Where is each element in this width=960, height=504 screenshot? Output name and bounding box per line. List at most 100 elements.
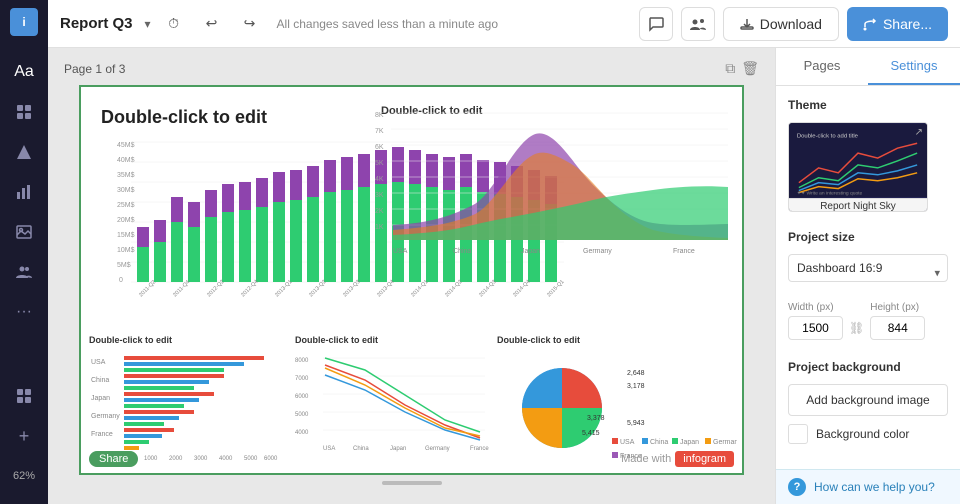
sidebar-icon-layout[interactable] [6, 94, 42, 130]
svg-text:1K: 1K [375, 224, 384, 231]
canvas-area: Page 1 of 3 ⧉ 🗑 Double-click to edit Dou… [48, 48, 775, 504]
svg-text:5K: 5K [375, 160, 384, 167]
download-button[interactable]: Download [723, 7, 839, 41]
theme-title: Theme [788, 98, 948, 112]
svg-text:40M$: 40M$ [117, 157, 135, 164]
width-input[interactable] [788, 316, 843, 340]
made-with-footer: Made with infogram [621, 451, 734, 467]
add-background-image-button[interactable]: Add background image [788, 384, 948, 416]
svg-text:France: France [470, 446, 489, 452]
svg-text:5000: 5000 [295, 412, 309, 418]
slide-canvas[interactable]: Double-click to edit Double-click to edi… [79, 85, 744, 475]
external-link-icon[interactable]: ↗ [915, 127, 923, 138]
infogram-badge: infogram [675, 451, 734, 467]
svg-text:3,178: 3,178 [627, 383, 645, 390]
help-text: How can we help you? [814, 480, 935, 494]
svg-text:1000: 1000 [144, 456, 158, 462]
page-info: Page 1 of 3 [64, 62, 125, 76]
svg-text:Germany: Germany [583, 248, 612, 255]
share-button[interactable]: Share... [847, 7, 948, 41]
chart-3-title[interactable]: Double-click to edit [89, 335, 172, 345]
svg-text:Japan: Japan [390, 446, 406, 452]
chart-4-title[interactable]: Double-click to edit [295, 335, 378, 345]
height-input[interactable] [870, 316, 925, 340]
svg-text:6000: 6000 [295, 394, 309, 400]
svg-text:2000: 2000 [169, 456, 183, 462]
svg-text:Japan: Japan [521, 248, 540, 255]
theme-preview[interactable]: Double-click to add title ✦✦ Write an in… [788, 122, 928, 212]
area-chart[interactable]: 8K 7K 6K 5K 4K 3K 2K 1K [373, 105, 733, 290]
svg-text:France: France [91, 431, 113, 438]
redo-button[interactable]: ↪ [235, 9, 265, 39]
sidebar-icon-text[interactable]: Aa [6, 54, 42, 90]
duplicate-page-icon[interactable]: ⧉ [725, 60, 735, 77]
panel-tabs: Pages Settings [776, 48, 960, 86]
sidebar-icon-shapes[interactable] [6, 134, 42, 170]
svg-text:0: 0 [119, 277, 123, 284]
svg-text:45M$: 45M$ [117, 142, 135, 149]
svg-text:5,415: 5,415 [582, 430, 600, 437]
saved-status: All changes saved less than a minute ago [277, 17, 498, 31]
help-bar[interactable]: ? How can we help you? [776, 469, 960, 504]
sidebar-icon-more[interactable]: ··· [6, 294, 42, 330]
bg-color-swatch[interactable] [788, 424, 808, 444]
delete-page-icon[interactable]: 🗑 [741, 60, 759, 77]
height-label: Height (px) [870, 302, 925, 313]
svg-text:Japan: Japan [91, 395, 110, 402]
bg-color-label: Background color [816, 427, 909, 441]
page-info-bar: Page 1 of 3 ⧉ 🗑 [60, 60, 763, 77]
share-people-button[interactable] [681, 7, 715, 41]
svg-text:China: China [91, 377, 109, 384]
svg-text:2K: 2K [375, 208, 384, 215]
svg-text:5,943: 5,943 [627, 420, 645, 427]
slide-main-title[interactable]: Double-click to edit [101, 107, 267, 128]
undo-button[interactable]: ↩ [197, 9, 227, 39]
width-label: Width (px) [788, 302, 843, 313]
svg-text:Germany: Germany [91, 413, 120, 420]
svg-text:3000: 3000 [194, 456, 208, 462]
sidebar-icon-layout-bottom[interactable] [6, 378, 42, 414]
svg-text:Germany: Germany [713, 439, 737, 446]
hbar-chart[interactable]: USA China Japan Germany France [89, 350, 284, 465]
zoom-level: 62% [6, 458, 42, 494]
svg-text:4000: 4000 [295, 430, 309, 436]
svg-text:6000: 6000 [264, 456, 278, 462]
svg-text:20M$: 20M$ [117, 217, 135, 224]
svg-text:5000: 5000 [244, 456, 258, 462]
comments-button[interactable] [639, 7, 673, 41]
pie-chart[interactable]: 2,648 3,178 3,378 5,415 5,943 USA China … [497, 350, 737, 465]
svg-text:30M$: 30M$ [117, 187, 135, 194]
download-label: Download [760, 16, 822, 32]
history-button[interactable]: ⏱ [159, 9, 189, 39]
sidebar-icon-people[interactable] [6, 254, 42, 290]
zoom-bar [382, 475, 442, 489]
project-size-section: Project size Dashboard 16:9 Width (px) ⛓… [776, 230, 960, 360]
left-sidebar: i Aa ··· + 62% [0, 0, 48, 504]
made-with-label: Made with [621, 453, 671, 465]
sidebar-icon-add[interactable]: + [6, 418, 42, 454]
sidebar-icon-images[interactable] [6, 214, 42, 250]
svg-text:France: France [673, 248, 695, 255]
tab-settings[interactable]: Settings [868, 48, 960, 85]
svg-text:USA: USA [91, 359, 106, 366]
sidebar-icon-charts[interactable] [6, 174, 42, 210]
line-chart[interactable]: 8000 7000 6000 5000 4000 [295, 350, 490, 465]
tab-pages[interactable]: Pages [776, 48, 868, 85]
link-dimensions-icon: ⛓ [849, 321, 864, 335]
svg-text:USA: USA [620, 439, 635, 446]
share-badge[interactable]: Share [89, 451, 138, 467]
svg-text:8000: 8000 [295, 358, 309, 364]
toolbar: Report Q3 ▾ ⏱ ↩ ↪ All changes saved less… [48, 0, 960, 48]
svg-text:6K: 6K [375, 144, 384, 151]
project-size-select[interactable]: Dashboard 16:9 [788, 254, 948, 282]
main-area: Report Q3 ▾ ⏱ ↩ ↪ All changes saved less… [48, 0, 960, 504]
svg-text:China: China [650, 439, 668, 446]
help-icon: ? [788, 478, 806, 496]
right-panel: Pages Settings Theme Double-click to add… [775, 48, 960, 504]
svg-text:8K: 8K [375, 112, 384, 119]
scroll-handle[interactable] [382, 481, 442, 485]
svg-text:4000: 4000 [219, 456, 233, 462]
app-logo[interactable]: i [10, 8, 38, 36]
chart-5-title[interactable]: Double-click to edit [497, 335, 580, 345]
title-chevron-icon[interactable]: ▾ [145, 17, 151, 31]
